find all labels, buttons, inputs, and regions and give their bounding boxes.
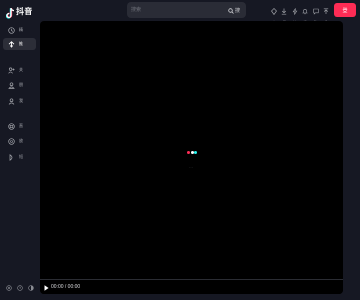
loading-spinner [187, 151, 198, 154]
sidebar-item-me[interactable]: 我 [3, 95, 36, 107]
sidebar-item-label: 短 [19, 154, 23, 159]
download-icon [281, 2, 287, 20]
logo-text: 抖音 [16, 6, 33, 16]
sidebar-item-label: 推 [19, 41, 23, 46]
logo[interactable]: 抖音 [5, 5, 33, 19]
loader-dot [187, 151, 190, 154]
bolt-icon [292, 2, 298, 20]
search-input[interactable] [131, 5, 223, 15]
sidebar-item-friends[interactable]: 朋 [3, 79, 36, 91]
search-button[interactable]: 搜 [228, 6, 240, 14]
top-action-upload[interactable]: 投 [321, 2, 331, 24]
theme-icon[interactable] [28, 285, 34, 291]
top-action-download[interactable]: 下 [279, 2, 289, 24]
top-action-recharge[interactable]: 充 [269, 2, 279, 24]
diamond-icon [271, 2, 277, 20]
sidebar-item-label: 朋 [19, 82, 23, 87]
top-action-quick[interactable]: 快 [290, 2, 300, 24]
help-icon[interactable] [17, 285, 23, 291]
top-action-messages[interactable]: 私 [311, 2, 321, 24]
player-controls: 00:00 / 00:00 [40, 279, 343, 294]
sidebar-item-shorts[interactable]: 短 [3, 151, 36, 163]
play-button[interactable] [44, 278, 49, 294]
sidebar-item-label: 放 [19, 138, 23, 143]
search-icon [228, 1, 234, 19]
tiktok-logo-icon [5, 6, 15, 19]
user-icon [8, 92, 15, 110]
sidebar: 精 推 关 朋 我 直 放 短 [0, 21, 37, 300]
loader-dot [194, 151, 197, 154]
flame-icon [8, 35, 15, 53]
bell-icon [302, 2, 308, 20]
top-action-notifications[interactable]: 通 [300, 2, 310, 24]
sidebar-item-recommended[interactable]: 推 [3, 38, 36, 50]
play-icon [8, 148, 15, 166]
video-player[interactable]: … 00:00 / 00:00 [40, 21, 343, 294]
settings-icon[interactable] [6, 285, 12, 291]
search-bar: 搜 [127, 2, 246, 18]
sidebar-footer [6, 285, 39, 291]
upload-icon [323, 2, 329, 20]
sidebar-item-label: 直 [19, 123, 23, 128]
sidebar-item-live[interactable]: 直 [3, 120, 36, 132]
loading-text: … [189, 164, 193, 169]
search-button-label: 搜 [234, 7, 240, 14]
sidebar-item-broadcast[interactable]: 放 [3, 135, 36, 147]
sidebar-item-label: 精 [19, 27, 23, 32]
top-bar: 抖音 搜 充 下 [0, 0, 360, 24]
sidebar-item-following[interactable]: 关 [3, 64, 36, 76]
login-button[interactable]: 登 [334, 3, 356, 17]
time-display: 00:00 / 00:00 [51, 284, 81, 290]
message-icon [312, 2, 319, 20]
sidebar-item-label: 我 [19, 98, 23, 103]
sidebar-item-label: 关 [19, 67, 23, 72]
top-actions: 充 下 快 通 私 [269, 2, 331, 24]
